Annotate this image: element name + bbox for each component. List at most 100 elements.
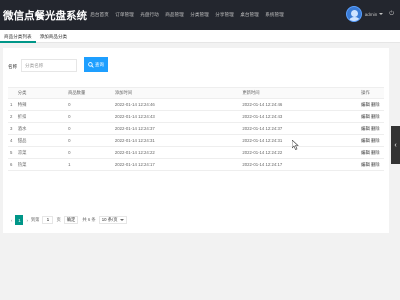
- chevron-down-icon: [119, 219, 124, 221]
- nav-item-orders[interactable]: 订单管理: [112, 12, 137, 18]
- cell-created: 2022-01-14 12:24:22: [114, 146, 243, 159]
- go-button[interactable]: 确定: [63, 216, 79, 224]
- col-header-category: 分类: [17, 87, 69, 99]
- page-size-select[interactable]: 10 条/页: [98, 216, 127, 224]
- cell-actions: 编辑 删除: [361, 134, 384, 147]
- cell-id: 4: [8, 134, 18, 147]
- search-button[interactable]: 查询: [84, 57, 108, 72]
- edit-link[interactable]: 编辑: [361, 114, 370, 119]
- cell-category: 热菜: [17, 158, 69, 171]
- cell-created: 2022-01-14 12:24:31: [114, 134, 243, 147]
- cell-updated: 2022-01-14 12:24:46: [242, 98, 362, 111]
- nav-item-categories[interactable]: 分类管理: [187, 12, 212, 18]
- total-count: 共 6 条: [82, 217, 96, 222]
- app-title: 微信点餐光盘系统: [3, 9, 87, 22]
- cell-created: 2022-01-14 12:24:43: [114, 110, 243, 123]
- cell-category: 凉菜: [17, 146, 69, 159]
- search-input[interactable]: 分类名称: [21, 59, 77, 72]
- nav-item-clean-plate[interactable]: 光盘行动: [137, 12, 162, 18]
- cell-category: 折扣: [17, 110, 69, 123]
- table-row: 1 特辣 0 2022-01-14 12:24:46 2022-01-14 12…: [8, 98, 384, 111]
- cell-category: 特辣: [17, 98, 69, 111]
- table-row: 5 凉菜 0 2022-01-14 12:24:22 2022-01-14 12…: [8, 146, 384, 159]
- cell-updated: 2022-01-14 12:24:31: [242, 134, 362, 147]
- search-button-label: 查询: [94, 61, 105, 67]
- cell-count: 0: [68, 146, 115, 159]
- side-collapse-handle[interactable]: ‹: [391, 126, 400, 164]
- cell-actions: 编辑 删除: [361, 98, 384, 111]
- table-header-row: 分类 商品数量 添加时间 更新时间 操作: [8, 87, 384, 99]
- cell-id: 6: [8, 158, 18, 171]
- page-size-value: 10 条/页: [101, 217, 118, 222]
- cell-updated: 2022-01-14 12:24:37: [242, 122, 362, 135]
- table-row: 3 酒水 0 2022-01-14 12:24:37 2022-01-14 12…: [8, 122, 384, 135]
- table-row: 6 热菜 1 2022-01-14 12:24:17 2022-01-14 12…: [8, 158, 384, 171]
- col-header-created: 添加时间: [114, 87, 243, 99]
- nav-item-home[interactable]: 后台首页: [87, 12, 112, 18]
- cell-count: 0: [68, 134, 115, 147]
- cell-category: 甜品: [17, 134, 69, 147]
- col-header-updated: 更新时间: [242, 87, 362, 99]
- user-name[interactable]: admin: [365, 12, 378, 17]
- prev-page-icon[interactable]: ‹: [11, 218, 12, 223]
- page-input[interactable]: 1: [42, 216, 54, 224]
- user-menu[interactable]: admin ⏻: [345, 6, 394, 22]
- search-label: 名称: [8, 64, 18, 69]
- cell-actions: 编辑 删除: [361, 146, 384, 159]
- cell-count: 1: [68, 158, 115, 171]
- cell-actions: 编辑 删除: [361, 122, 384, 135]
- delete-link[interactable]: 删除: [371, 150, 380, 155]
- cell-id: 5: [8, 146, 18, 159]
- nav-item-shares[interactable]: 分享管理: [212, 12, 237, 18]
- top-navbar: 微信点餐光盘系统 后台首页 订单管理 光盘行动 商品管理 分类管理 分享管理 桌…: [0, 0, 400, 30]
- tab-bar: 商品分类列表 添加商品分类: [0, 30, 400, 43]
- edit-link[interactable]: 编辑: [361, 102, 370, 107]
- current-page[interactable]: 1: [15, 215, 24, 225]
- delete-link[interactable]: 删除: [371, 126, 380, 131]
- cell-created: 2022-01-14 12:24:17: [114, 158, 243, 171]
- cell-id: 3: [8, 122, 18, 135]
- main-nav: 后台首页 订单管理 光盘行动 商品管理 分类管理 分享管理 桌台管理 系统管理: [87, 12, 287, 18]
- delete-link[interactable]: 删除: [371, 162, 380, 167]
- goto-label: 到第: [30, 217, 40, 222]
- cell-actions: 编辑 删除: [361, 158, 384, 171]
- col-header-id: [8, 87, 18, 99]
- edit-link[interactable]: 编辑: [361, 162, 370, 167]
- page-unit: 页: [56, 217, 61, 222]
- chevron-down-icon: [379, 13, 384, 15]
- delete-link[interactable]: 删除: [371, 138, 380, 143]
- edit-link[interactable]: 编辑: [361, 150, 370, 155]
- cell-count: 0: [68, 98, 115, 111]
- cell-category: 酒水: [17, 122, 69, 135]
- col-header-count: 商品数量: [68, 87, 115, 99]
- cell-created: 2022-01-14 12:24:37: [114, 122, 243, 135]
- content-panel: 名称 分类名称 查询 分类 商品数量 添加时间 更新时间 操作 1 特辣 0 2…: [3, 48, 389, 233]
- edit-link[interactable]: 编辑: [361, 138, 370, 143]
- table-row: 4 甜品 0 2022-01-14 12:24:31 2022-01-14 12…: [8, 134, 384, 147]
- chevron-left-icon: ‹: [394, 141, 397, 149]
- tab-add-category[interactable]: 添加商品分类: [36, 30, 72, 43]
- cell-id: 2: [8, 110, 18, 123]
- cell-updated: 2022-01-14 12:24:22: [242, 146, 362, 159]
- cell-count: 0: [68, 110, 115, 123]
- nav-item-tables[interactable]: 桌台管理: [237, 12, 262, 18]
- delete-link[interactable]: 删除: [371, 114, 380, 119]
- pagination: ‹ 1 › 到第 1 页 确定 共 6 条 10 条/页: [11, 215, 127, 225]
- mouse-cursor-icon: [292, 140, 299, 150]
- nav-item-system[interactable]: 系统管理: [262, 12, 287, 18]
- tab-category-list[interactable]: 商品分类列表: [0, 30, 36, 43]
- cell-actions: 编辑 删除: [361, 110, 384, 123]
- nav-item-products[interactable]: 商品管理: [162, 12, 187, 18]
- cell-updated: 2022-01-14 12:24:43: [242, 110, 362, 123]
- col-header-actions: 操作: [361, 87, 384, 99]
- next-page-icon[interactable]: ›: [26, 218, 27, 223]
- edit-link[interactable]: 编辑: [361, 126, 370, 131]
- category-table: 分类 商品数量 添加时间 更新时间 操作 1 特辣 0 2022-01-14 1…: [8, 87, 384, 171]
- search-icon: [88, 61, 94, 68]
- power-icon[interactable]: ⏻: [389, 11, 394, 18]
- avatar[interactable]: [345, 6, 362, 22]
- cell-count: 0: [68, 122, 115, 135]
- table-row: 2 折扣 0 2022-01-14 12:24:43 2022-01-14 12…: [8, 110, 384, 123]
- delete-link[interactable]: 删除: [371, 102, 380, 107]
- cell-id: 1: [8, 98, 18, 111]
